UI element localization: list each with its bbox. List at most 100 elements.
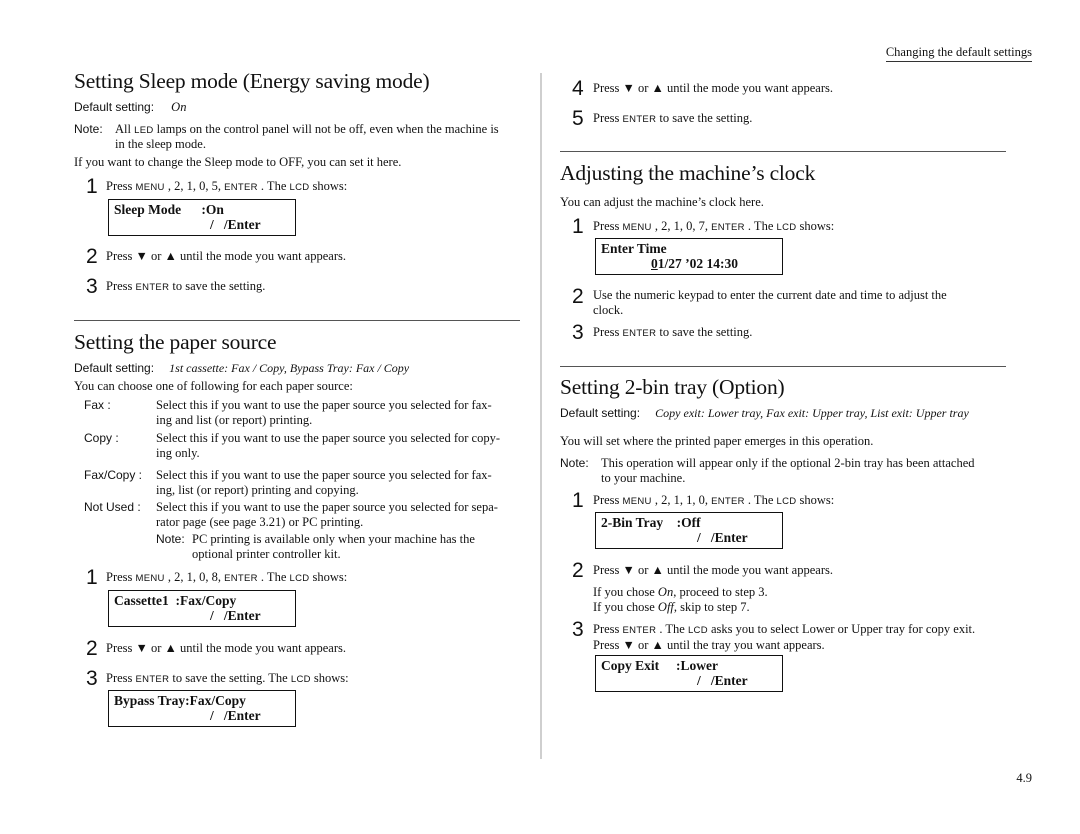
text: If you chose bbox=[593, 600, 658, 614]
text: asks you to select Lower or Upper tray f… bbox=[707, 622, 976, 636]
lcd-term: LCD bbox=[290, 674, 311, 685]
sub-line-on: If you chose On, proceed to step 3. bbox=[593, 585, 768, 600]
enter-key: ENTER bbox=[622, 625, 657, 636]
option-on: On bbox=[657, 585, 674, 599]
bin-tray-intro: You will set where the printed paper eme… bbox=[560, 434, 874, 448]
bin-tray-note: Note: This operation will appear only if… bbox=[560, 456, 975, 485]
lcd-line-1: Bypass Tray:Fax/Copy bbox=[114, 693, 246, 708]
lcd-display-copy-exit: Copy Exit :Lower / /Enter bbox=[595, 655, 783, 692]
text: shows: bbox=[310, 671, 349, 685]
note-line: optional printer controller kit. bbox=[192, 547, 341, 561]
step-number: 4 bbox=[572, 77, 584, 100]
text: . The bbox=[656, 622, 688, 636]
step-text: Press ▼ or ▲ until the mode you want app… bbox=[106, 641, 346, 655]
section-title-sleep-mode: Setting Sleep mode (Energy saving mode) bbox=[74, 69, 430, 93]
text: , 2, 1, 1, 0, bbox=[651, 493, 712, 507]
step-number: 3 bbox=[86, 667, 98, 690]
note-text: All bbox=[115, 122, 135, 136]
section-title-clock: Adjusting the machine’s clock bbox=[560, 161, 816, 185]
enter-key: ENTER bbox=[622, 328, 657, 339]
step-number: 3 bbox=[572, 321, 584, 344]
page-number: 4.9 bbox=[1016, 771, 1032, 785]
text: . The bbox=[257, 179, 290, 193]
lcd-display-bypass-tray: Bypass Tray:Fax/Copy / /Enter bbox=[108, 690, 296, 727]
step-number: 5 bbox=[572, 107, 584, 130]
text: . The bbox=[744, 493, 777, 507]
clock-intro: You can adjust the machine’s clock here. bbox=[560, 195, 764, 209]
step-number: 3 bbox=[572, 618, 584, 641]
desc-line: Select this if you want to use the paper… bbox=[156, 468, 492, 482]
section-rule bbox=[560, 151, 1006, 152]
text: to save the setting. bbox=[169, 279, 266, 293]
lcd-line-2: / /Enter bbox=[697, 530, 748, 545]
sub-note-text: PC printing is available only when your … bbox=[192, 532, 475, 562]
step-text: Press ▼ or ▲ until the mode you want app… bbox=[593, 563, 833, 577]
step-text: Use the numeric keypad to enter the curr… bbox=[593, 288, 947, 318]
text-line: clock. bbox=[593, 303, 624, 317]
lcd-term: LCD bbox=[687, 625, 708, 636]
lcd-line-2: / /Enter bbox=[697, 673, 748, 688]
enter-key: ENTER bbox=[135, 674, 170, 685]
desc-line: rator page (see page 3.21) or PC printin… bbox=[156, 515, 364, 529]
option-desc-not-used: Select this if you want to use the paper… bbox=[156, 500, 498, 530]
text: , 2, 1, 0, 7, bbox=[651, 219, 712, 233]
text: , 2, 1, 0, 8, bbox=[164, 570, 225, 584]
note-line-1: All LED lamps on the control panel will … bbox=[115, 122, 499, 138]
sleep-note: Note: All LED lamps on the control panel… bbox=[74, 122, 499, 151]
step-text: Press ▼ or ▲ until the mode you want app… bbox=[106, 249, 346, 263]
step-text: Press ENTER to save the setting. The LCD… bbox=[106, 671, 349, 687]
note-label: Note: bbox=[74, 122, 103, 136]
enter-key: ENTER bbox=[622, 114, 657, 125]
text: , proceed to step 3. bbox=[673, 585, 768, 599]
enter-key: ENTER bbox=[224, 573, 258, 584]
option-desc-fax: Select this if you want to use the paper… bbox=[156, 398, 492, 428]
desc-line: ing and list (or report) printing. bbox=[156, 413, 313, 427]
menu-key: MENU bbox=[622, 496, 652, 507]
bin-tray-default-setting: Default setting: Copy exit: Lower tray, … bbox=[560, 406, 969, 421]
menu-key: MENU bbox=[622, 222, 652, 233]
step-text: Press ENTER to save the setting. bbox=[593, 325, 752, 341]
running-header: Changing the default settings bbox=[885, 45, 1032, 62]
enter-key: ENTER bbox=[711, 496, 745, 507]
text: shows: bbox=[796, 219, 835, 233]
text: Press bbox=[593, 622, 623, 636]
paper-intro: You can choose one of following for each… bbox=[74, 379, 353, 393]
text: , skip to step 7. bbox=[673, 600, 750, 614]
enter-key: ENTER bbox=[135, 282, 170, 293]
option-off: Off bbox=[657, 600, 674, 614]
section-title-bin-tray: Setting 2-bin tray (Option) bbox=[560, 375, 785, 399]
step-text: Press ENTER . The LCD asks you to select… bbox=[593, 622, 975, 653]
step-number: 2 bbox=[86, 637, 98, 660]
text: Press bbox=[106, 179, 136, 193]
lcd-term: LCD bbox=[776, 222, 797, 233]
note-line: PC printing is available only when your … bbox=[192, 532, 475, 546]
step-number: 1 bbox=[86, 175, 98, 198]
default-setting-value: Copy exit: Lower tray, Fax exit: Upper t… bbox=[655, 406, 969, 420]
text-line: Press ENTER . The LCD asks you to select… bbox=[593, 622, 975, 638]
lcd-display-enter-time: Enter Time 01/27 ’02 14:30 bbox=[595, 238, 783, 275]
text: Press bbox=[593, 325, 623, 339]
option-term-fax: Fax : bbox=[84, 398, 111, 412]
enter-key: ENTER bbox=[224, 182, 258, 193]
led-term: LED bbox=[134, 125, 154, 136]
step-number: 1 bbox=[572, 215, 584, 238]
desc-line: Select this if you want to use the paper… bbox=[156, 431, 500, 445]
desc-line: ing, list (or report) printing and copyi… bbox=[156, 483, 359, 497]
step-text: Press ▼ or ▲ until the mode you want app… bbox=[593, 81, 833, 95]
lcd-cursor: 0 bbox=[651, 256, 658, 271]
lcd-display-cassette1: Cassette1 :Fax/Copy / /Enter bbox=[108, 590, 296, 627]
menu-key: MENU bbox=[135, 573, 165, 584]
text: to save the setting. The bbox=[169, 671, 291, 685]
option-desc-copy: Select this if you want to use the paper… bbox=[156, 431, 500, 461]
step-text: Press MENU , 2, 1, 0, 8, ENTER . The LCD… bbox=[106, 570, 347, 586]
paper-default-setting: Default setting: 1st cassette: Fax / Cop… bbox=[74, 361, 409, 376]
section-rule bbox=[560, 366, 1006, 367]
text: Press bbox=[106, 279, 136, 293]
step-text: Press MENU , 2, 1, 0, 5, ENTER . The LCD… bbox=[106, 179, 347, 195]
sleep-default-setting: Default setting: On bbox=[74, 100, 186, 115]
menu-key: MENU bbox=[135, 182, 165, 193]
note-line-2: to your machine. bbox=[601, 471, 686, 485]
desc-line: ing only. bbox=[156, 446, 200, 460]
text: shows: bbox=[309, 570, 348, 584]
lcd-line-2: / /Enter bbox=[210, 217, 261, 232]
